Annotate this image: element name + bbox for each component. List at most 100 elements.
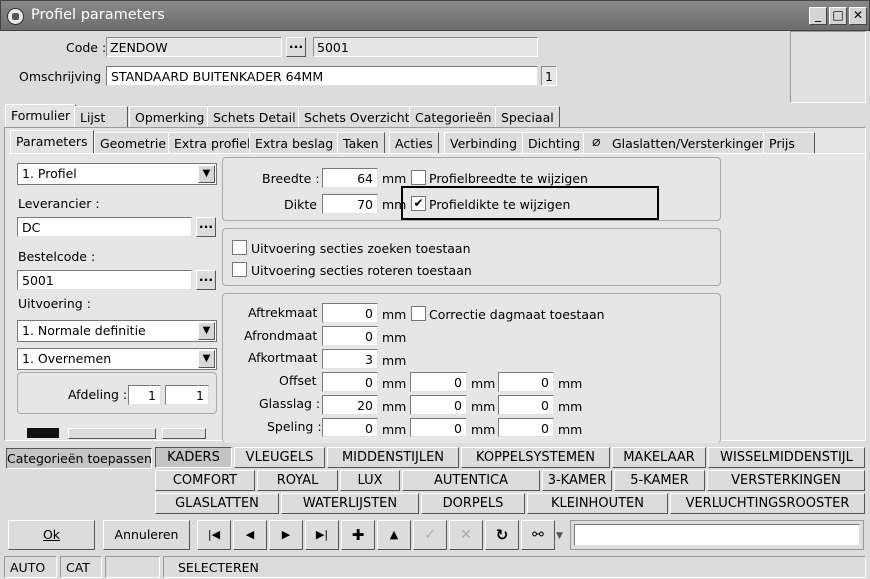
last-record-icon[interactable]: ▶| — [305, 520, 339, 550]
tab-acties[interactable]: Acties — [389, 132, 439, 154]
correctie-checkbox[interactable] — [411, 306, 426, 321]
category-wisselmiddenstijl[interactable]: WISSELMIDDENSTIJL — [708, 447, 865, 468]
glasslag-input-3[interactable]: 0 — [498, 395, 554, 415]
bestelcode-browse-button[interactable]: ... — [196, 270, 216, 290]
color-swatch[interactable] — [27, 428, 59, 438]
tab-schets-overzicht[interactable]: Schets Overzicht — [298, 106, 416, 128]
chevron-down-icon: ▼ — [198, 350, 215, 368]
afdeling-input-1[interactable]: 1 — [128, 385, 161, 405]
speling-unit-2: mm — [471, 422, 496, 437]
cancel-edit-icon[interactable]: ✕ — [449, 520, 483, 550]
aftrekmaat-input[interactable]: 0 — [322, 303, 378, 323]
color-button[interactable] — [68, 428, 156, 439]
search-dropdown-icon[interactable]: ▼ — [556, 531, 563, 541]
speling-input-2[interactable]: 0 — [410, 418, 467, 437]
status-message: SELECTEREN — [163, 556, 866, 578]
offset-input-3[interactable]: 0 — [498, 372, 554, 392]
category-kleinhouten[interactable]: KLEINHOUTEN — [527, 493, 668, 514]
profiel-select[interactable]: 1. Profiel ▼ — [17, 163, 217, 185]
category-kaders[interactable]: KADERS — [155, 447, 232, 468]
tab-verbinding[interactable]: Verbinding — [444, 132, 524, 154]
app-icon[interactable] — [7, 8, 24, 25]
minimize-button[interactable]: _ — [809, 7, 827, 25]
binoculars-icon[interactable]: ⚯ — [521, 520, 555, 550]
code-browse-button[interactable]: ... — [286, 37, 306, 57]
tab-prijs[interactable]: Prijs — [763, 132, 815, 154]
category-verluchtingsrooster[interactable]: VERLUCHTINGSROOSTER — [670, 493, 865, 514]
secties-zoeken-label: Uitvoering secties zoeken toestaan — [251, 241, 471, 256]
category-makelaar[interactable]: MAKELAAR — [612, 447, 706, 468]
tab-schets-detail[interactable]: Schets Detail — [207, 106, 302, 128]
offset-unit-1: mm — [382, 376, 407, 391]
maximize-button[interactable]: □ — [829, 7, 847, 25]
overnemen-select[interactable]: 1. Overnemen ▼ — [17, 348, 217, 370]
tab-categorieen[interactable]: Categorieën — [409, 106, 498, 128]
profielbreedte-checkbox[interactable] — [411, 170, 426, 185]
categorieen-toepassen-button[interactable]: Categorieën toepassen — [6, 448, 152, 469]
speling-input-3[interactable]: 0 — [498, 418, 554, 437]
first-record-icon[interactable]: |◀ — [197, 520, 231, 550]
checkmark-icon: ✔ — [413, 196, 424, 210]
leverancier-input[interactable]: DC — [17, 217, 192, 237]
tab-taken[interactable]: Taken — [337, 132, 385, 154]
afkortmaat-unit: mm — [382, 353, 407, 368]
glasslag-input-1[interactable]: 20 — [322, 395, 378, 415]
leverancier-browse-button[interactable]: ... — [196, 217, 216, 237]
category-lux[interactable]: LUX — [340, 470, 400, 491]
offset-input-1[interactable]: 0 — [322, 372, 378, 392]
code-field[interactable]: ZENDOW — [106, 37, 282, 57]
category-3-kamer[interactable]: 3-KAMER — [542, 470, 612, 491]
omschrijving-input[interactable]: STANDAARD BUITENKADER 64MM — [106, 66, 538, 86]
category-vleugels[interactable]: VLEUGELS — [234, 447, 325, 468]
up-icon[interactable]: ▲ — [377, 520, 411, 550]
category-royal[interactable]: ROYAL — [257, 470, 338, 491]
chevron-down-icon: ▼ — [198, 165, 215, 183]
dikte-input[interactable]: 70 — [322, 194, 378, 214]
tab-speciaal[interactable]: Speciaal — [495, 106, 560, 128]
close-button[interactable]: ✕ — [849, 7, 867, 25]
tab-geometrie[interactable]: Geometrie — [94, 132, 173, 154]
tab-lijst[interactable]: Lijst — [74, 106, 128, 128]
tab-glaslatten[interactable]: ⌀ Glaslatten/Versterkingen — [583, 132, 773, 154]
breedte-input[interactable]: 64 — [322, 168, 378, 188]
afkortmaat-input[interactable]: 3 — [322, 349, 378, 369]
tab-dichting[interactable]: Dichting — [522, 132, 587, 154]
speling-unit-1: mm — [382, 422, 407, 437]
confirm-icon[interactable]: ✓ — [413, 520, 447, 550]
category-glaslatten[interactable]: GLASLATTEN — [155, 493, 279, 514]
secties-roteren-checkbox[interactable] — [232, 262, 247, 277]
profieldikte-checkbox[interactable]: ✔ — [411, 196, 426, 211]
next-record-icon[interactable]: ▶ — [269, 520, 303, 550]
ok-button[interactable]: Ok — [8, 520, 95, 550]
search-input[interactable] — [574, 524, 860, 546]
tab-formulier[interactable]: Formulier — [5, 104, 77, 128]
extra-button[interactable] — [162, 428, 206, 439]
category-autentica[interactable]: AUTENTICA — [402, 470, 540, 491]
tab-opmerking[interactable]: Opmerking — [129, 106, 211, 128]
aftrekmaat-label: Aftrekmaat : — [248, 305, 326, 320]
category-waterlijsten[interactable]: WATERLIJSTEN — [281, 493, 419, 514]
speling-input-1[interactable]: 0 — [322, 418, 378, 437]
afdeling-input-2[interactable]: 1 — [165, 385, 209, 405]
annuleren-button[interactable]: Annuleren — [103, 520, 190, 550]
tab-parameters[interactable]: Parameters — [10, 130, 94, 154]
category-dorpels[interactable]: DORPELS — [421, 493, 525, 514]
tab-extra-profiel[interactable]: Extra profiel — [168, 132, 257, 154]
offset-input-2[interactable]: 0 — [410, 372, 467, 392]
category-5-kamer[interactable]: 5-KAMER — [614, 470, 705, 491]
bestelcode-input[interactable]: 5001 — [17, 270, 192, 290]
category-versterkingen[interactable]: VERSTERKINGEN — [707, 470, 865, 491]
add-icon[interactable]: ✚ — [341, 520, 375, 550]
uitvoering-select[interactable]: 1. Normale definitie ▼ — [17, 320, 217, 342]
tab-extra-beslag[interactable]: Extra beslag — [249, 132, 340, 154]
offset-label: Offset : — [279, 373, 325, 388]
afrondmaat-input[interactable]: 0 — [322, 326, 378, 346]
afdeling-label: Afdeling : — [68, 387, 128, 402]
glasslag-input-2[interactable]: 0 — [410, 395, 467, 415]
previous-record-icon[interactable]: ◀ — [233, 520, 267, 550]
category-middenstijlen[interactable]: MIDDENSTIJLEN — [327, 447, 459, 468]
secties-zoeken-checkbox[interactable] — [232, 240, 247, 255]
category-comfort[interactable]: COMFORT — [155, 470, 255, 491]
category-koppelsystemen[interactable]: KOPPELSYSTEMEN — [461, 447, 610, 468]
refresh-icon[interactable]: ↻ — [485, 520, 519, 550]
